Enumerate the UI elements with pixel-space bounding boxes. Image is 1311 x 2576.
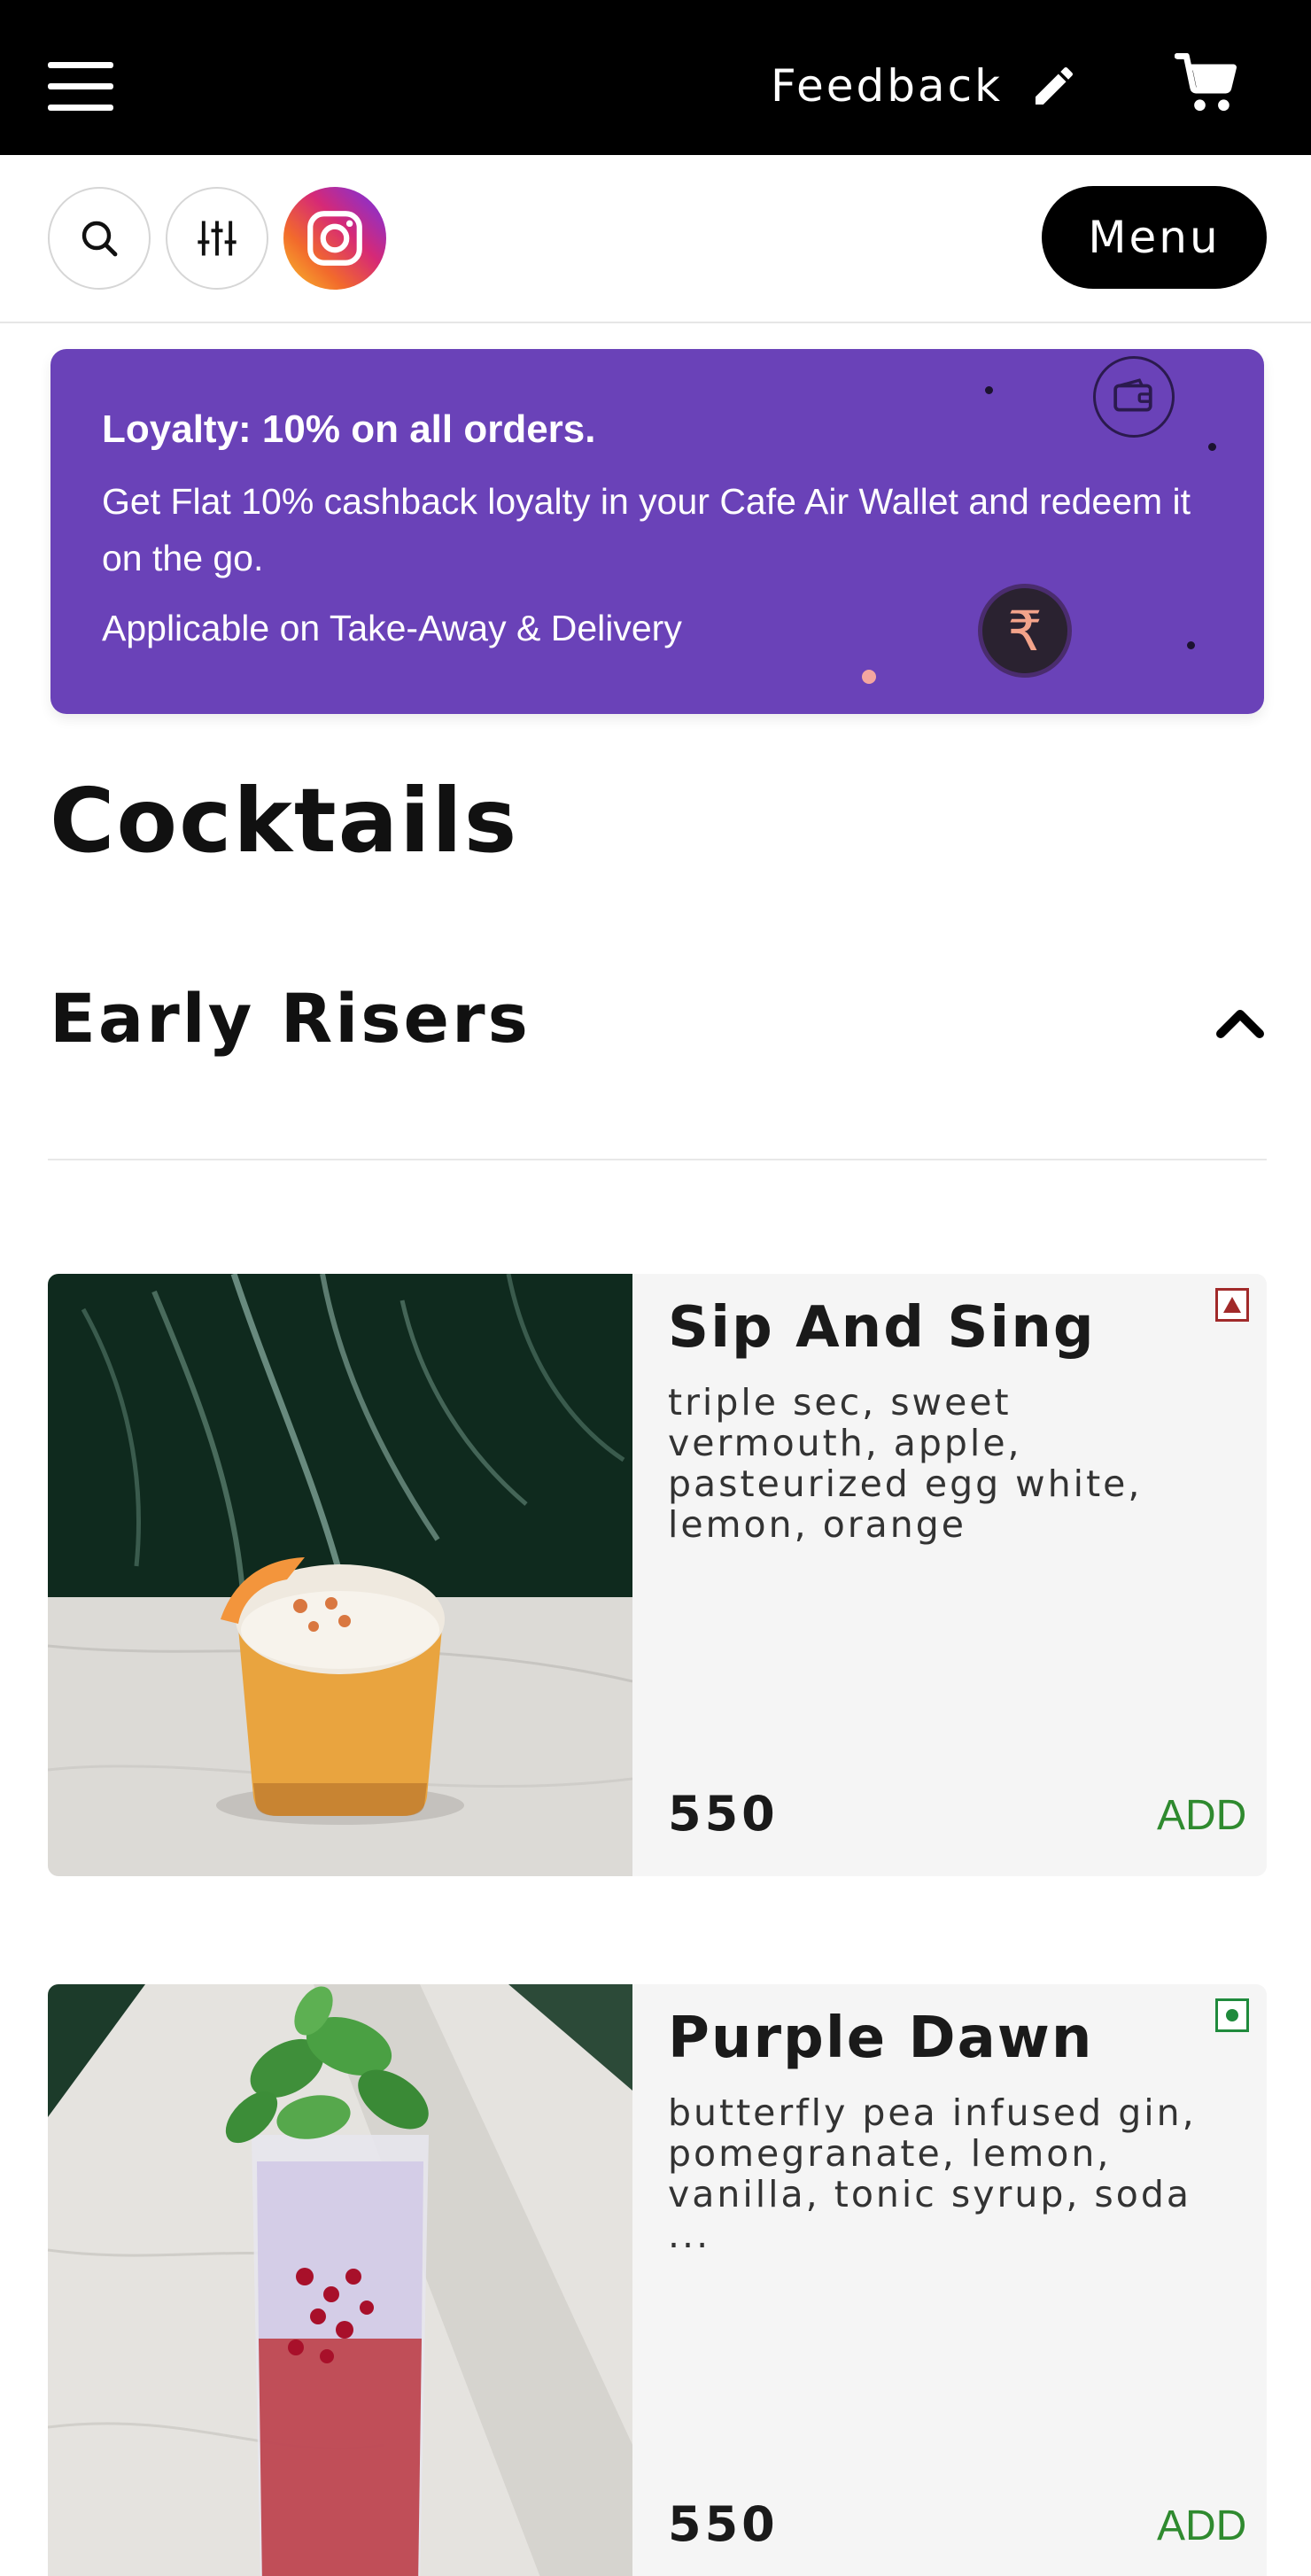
feedback-label: Feedback — [771, 60, 1004, 112]
decorative-dot — [985, 386, 993, 394]
section-title: Cocktails — [50, 769, 519, 873]
loyalty-note: Applicable on Take-Away & Delivery — [102, 608, 682, 648]
add-button[interactable]: ADD — [1157, 1791, 1246, 1840]
item-price: 550 — [668, 2496, 779, 2552]
chevron-up-icon[interactable] — [1214, 1005, 1267, 1041]
loyalty-banner[interactable]: Loyalty: 10% on all orders. Get Flat 10%… — [50, 349, 1264, 714]
rupee-icon: ₹ — [978, 584, 1072, 678]
veg-icon — [1215, 1998, 1249, 2032]
menu-icon[interactable] — [48, 62, 113, 112]
menu-button[interactable]: Menu — [1042, 186, 1267, 289]
category-title: Early Risers — [50, 979, 531, 1058]
item-description: triple sec, sweet vermouth, apple, paste… — [668, 1381, 1143, 1546]
pencil-icon — [1036, 66, 1074, 105]
menu-item-card[interactable]: Sip And Sing triple sec, sweet vermouth,… — [48, 1274, 1267, 1876]
filter-button[interactable] — [166, 187, 268, 290]
decorative-dot — [1208, 443, 1216, 451]
item-name: Sip And Sing — [668, 1295, 1096, 1361]
instagram-icon — [307, 211, 362, 266]
item-name: Purple Dawn — [668, 2006, 1094, 2071]
decorative-dot — [862, 670, 876, 684]
cart-icon[interactable] — [1174, 52, 1242, 115]
top-bar: Feedback — [0, 0, 1311, 155]
decorative-dot — [1187, 641, 1195, 649]
item-image — [48, 1274, 632, 1876]
item-price: 550 — [668, 1786, 779, 1842]
toolbar: Menu — [0, 155, 1311, 323]
search-button[interactable] — [48, 187, 151, 290]
non-veg-icon — [1215, 1288, 1249, 1322]
loyalty-description: Get Flat 10% cashback loyalty in your Ca… — [102, 481, 1191, 578]
add-button[interactable]: ADD — [1157, 2502, 1246, 2550]
feedback-button[interactable]: Feedback — [771, 55, 1079, 117]
menu-item-card[interactable]: Purple Dawn butterfly pea infused gin, p… — [48, 1984, 1267, 2576]
instagram-button[interactable] — [283, 187, 386, 290]
filter-icon — [198, 221, 237, 256]
category-header-early-risers[interactable]: Early Risers — [0, 961, 1311, 1085]
divider — [48, 1159, 1267, 1160]
search-icon — [81, 221, 118, 257]
item-image — [48, 1984, 632, 2576]
wallet-icon — [1093, 356, 1175, 438]
loyalty-title: Loyalty: 10% on all orders. — [102, 407, 596, 451]
item-description: butterfly pea infused gin, pomegranate, … — [668, 2091, 1197, 2256]
